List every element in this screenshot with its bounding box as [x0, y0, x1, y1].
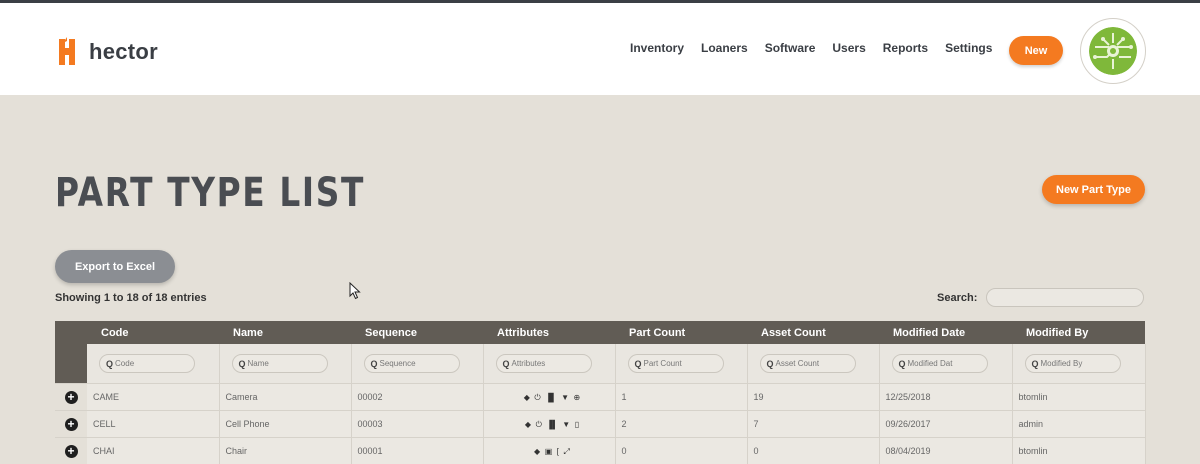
- filter-gutter: [55, 344, 87, 384]
- filter-sequence-input[interactable]: Q Sequence: [363, 354, 460, 374]
- column-header-modified-date[interactable]: Modified Date: [879, 321, 1012, 344]
- column-header-name[interactable]: Name: [219, 321, 351, 344]
- cell-modified-by: btomlin: [1012, 383, 1146, 411]
- expand-icon: ⤢: [563, 446, 570, 456]
- tag-icon: ◆: [534, 446, 541, 456]
- cell-modified-date: 09/26/2017: [879, 410, 1013, 438]
- table-row[interactable]: + CAME Camera 00002 ◆ ⏻ ▐▌ ▼ ⊕ 1 19 12/2…: [55, 383, 1146, 411]
- power-icon: ⏻: [535, 419, 542, 429]
- cell-sequence: 00002: [351, 383, 484, 411]
- cell-part-count: 2: [615, 410, 748, 438]
- nav-settings[interactable]: Settings: [945, 41, 992, 55]
- globe-icon: ⊕: [573, 392, 581, 402]
- app-header: hector Inventory Loaners Software Users …: [0, 3, 1200, 95]
- new-part-type-button[interactable]: New Part Type: [1042, 175, 1145, 204]
- bracket-icon: [: [556, 446, 560, 456]
- nav-loaners[interactable]: Loaners: [701, 41, 748, 55]
- filter-row: Q Code Q Name Q Sequence Q Attributes Q Part …: [55, 344, 1146, 384]
- page-title: PART TYPE LIST: [55, 170, 366, 216]
- search-icon: Q: [1031, 358, 1039, 369]
- search-icon: Q: [106, 358, 114, 369]
- tag-icon: ◆: [524, 419, 532, 429]
- part-type-table: Code Name Sequence Attributes Part Count…: [55, 321, 1146, 464]
- expand-row-icon[interactable]: +: [64, 390, 78, 404]
- avatar[interactable]: [1080, 18, 1146, 84]
- filter-code-input[interactable]: Q Code: [99, 354, 195, 374]
- shield-icon: ▼: [562, 419, 571, 429]
- tag-icon: ◆: [523, 392, 530, 402]
- nav-users[interactable]: Users: [832, 41, 865, 55]
- search-input[interactable]: [986, 288, 1144, 307]
- table-row[interactable]: + CELL Cell Phone 00003 ◆ ⏻ ▐▌ ▼ ▯ 2 7 0…: [55, 410, 1146, 438]
- cell-asset-count: 19: [747, 383, 880, 411]
- filter-name-input[interactable]: Q Name: [231, 354, 328, 374]
- cell-name: Cell Phone: [219, 410, 352, 438]
- cell-asset-count: 7: [747, 410, 880, 438]
- barcode-icon: ▐▌: [546, 419, 558, 429]
- expand-row-icon[interactable]: +: [64, 417, 78, 431]
- circuit-avatar-icon: [1089, 27, 1137, 75]
- logo[interactable]: hector: [55, 37, 158, 67]
- image-icon: ▣: [544, 446, 553, 456]
- column-header-asset-count[interactable]: Asset Count: [747, 321, 879, 344]
- column-header-modified-by[interactable]: Modified By: [1012, 321, 1145, 344]
- search-icon: Q: [370, 358, 378, 369]
- filter-attributes-input[interactable]: Q Attributes: [495, 354, 592, 374]
- cell-part-count: 0: [615, 437, 748, 464]
- cell-modified-date: 08/04/2019: [879, 437, 1013, 464]
- cell-attributes: ◆ ⏻ ▐▌ ▼ ▯: [483, 410, 616, 438]
- search-icon: Q: [238, 358, 246, 369]
- cell-part-count: 1: [615, 383, 748, 411]
- cell-modified-by: admin: [1012, 410, 1146, 438]
- column-header-sequence[interactable]: Sequence: [351, 321, 483, 344]
- new-button[interactable]: New: [1009, 36, 1063, 65]
- expand-row-icon[interactable]: +: [64, 444, 78, 458]
- cell-asset-count: 0: [747, 437, 880, 464]
- column-header-attributes[interactable]: Attributes: [483, 321, 615, 344]
- cell-name: Camera: [219, 383, 352, 411]
- nav-reports[interactable]: Reports: [883, 41, 928, 55]
- search-icon: Q: [502, 358, 510, 369]
- power-icon: ⏻: [534, 392, 541, 402]
- search-icon: Q: [766, 358, 774, 369]
- expand-column-header: [55, 321, 87, 344]
- cell-attributes: ◆ ▣ [ ⤢: [483, 437, 616, 464]
- shield-icon: ▼: [561, 392, 570, 402]
- cell-name: Chair: [219, 437, 352, 464]
- phone-icon: ▯: [574, 419, 580, 429]
- cell-attributes: ◆ ⏻ ▐▌ ▼ ⊕: [483, 383, 616, 411]
- export-to-excel-button[interactable]: Export to Excel: [55, 250, 175, 283]
- cell-modified-by: btomlin: [1012, 437, 1146, 464]
- column-header-part-count[interactable]: Part Count: [615, 321, 747, 344]
- cell-code: CHAI: [87, 437, 220, 464]
- nav-software[interactable]: Software: [765, 41, 816, 55]
- cell-sequence: 00003: [351, 410, 484, 438]
- filter-modified-by-input[interactable]: Q Modified By: [1024, 354, 1121, 374]
- search-icon: Q: [898, 358, 906, 369]
- filter-asset-count-input[interactable]: Q Asset Count: [759, 354, 856, 374]
- search-icon: Q: [634, 358, 642, 369]
- main-nav: Inventory Loaners Software Users Reports…: [630, 41, 1009, 55]
- app-name: hector: [89, 39, 159, 64]
- cell-code: CAME: [87, 383, 220, 411]
- nav-inventory[interactable]: Inventory: [630, 41, 684, 55]
- hector-logo-icon: [59, 37, 75, 65]
- cell-code: CELL: [87, 410, 220, 438]
- column-header-code[interactable]: Code: [87, 321, 219, 344]
- cell-modified-date: 12/25/2018: [879, 383, 1013, 411]
- table-row[interactable]: + CHAI Chair 00001 ◆ ▣ [ ⤢ 0 0 08/04/201…: [55, 437, 1146, 464]
- entries-info: Showing 1 to 18 of 18 entries: [55, 292, 207, 304]
- filter-modified-date-input[interactable]: Q Modified Dat: [891, 354, 988, 374]
- cell-sequence: 00001: [351, 437, 484, 464]
- filter-part-count-input[interactable]: Q Part Count: [627, 354, 724, 374]
- mouse-cursor-icon: [349, 282, 361, 300]
- barcode-icon: ▐▌: [545, 392, 557, 402]
- search-label: Search:: [937, 292, 978, 304]
